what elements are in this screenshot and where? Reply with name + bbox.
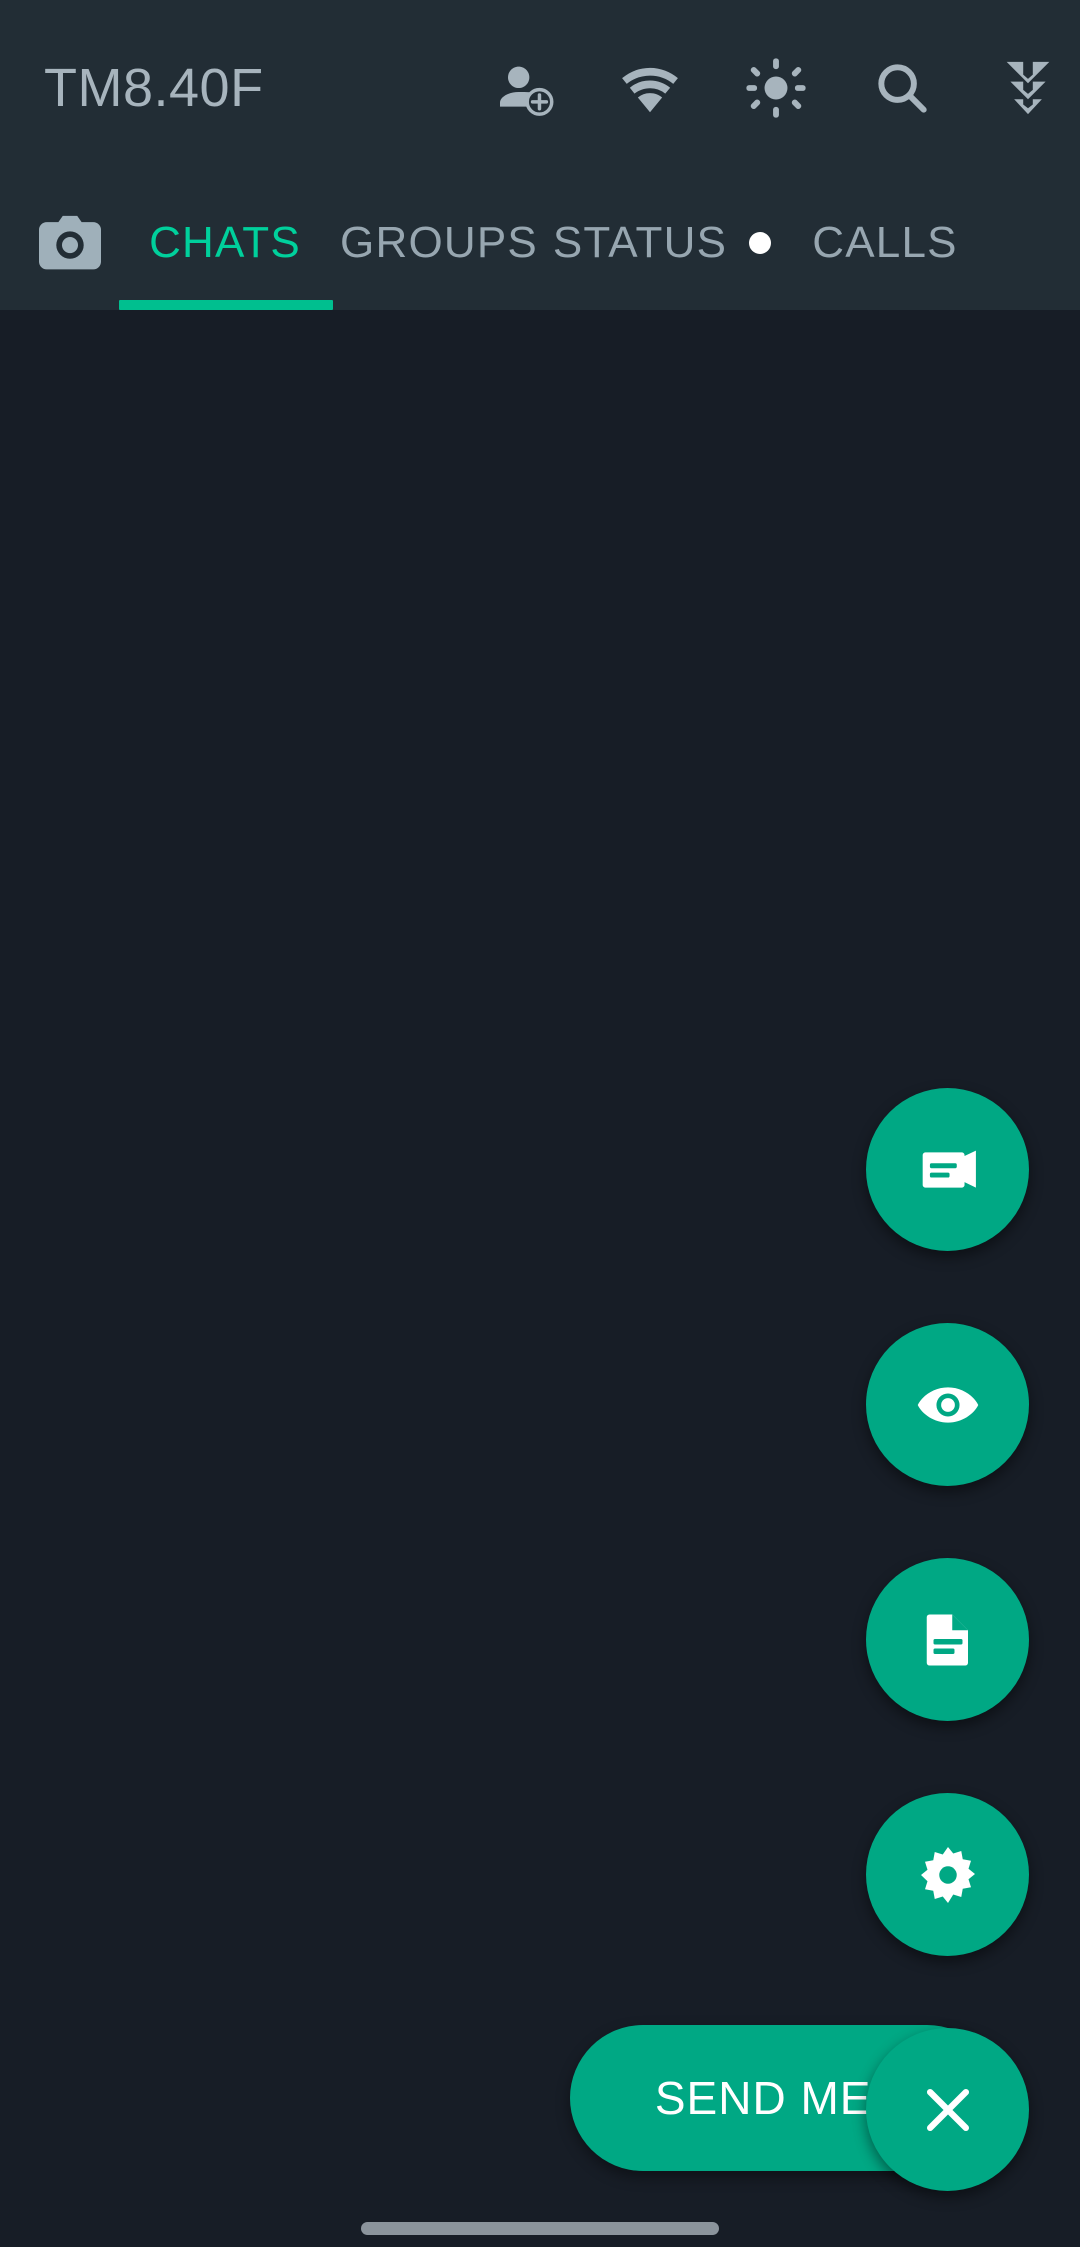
search-icon[interactable] [866,52,938,124]
gesture-nav-pill[interactable] [361,2222,719,2235]
tab-status-label: STATUS [552,218,728,267]
message-icon [922,1150,976,1188]
gear-icon [920,1846,975,1903]
camera-icon[interactable] [0,176,118,310]
header-icon-group [488,52,1064,124]
app-root: TM8.40F CHATS GROUPS STATUS CALLS SEND M… [0,0,1080,2247]
status-header-bar: TM8.40F [0,0,1080,176]
add-contact-icon[interactable] [488,52,560,124]
tab-groups-label: GROUPS [340,218,538,267]
fab-eye-button[interactable] [866,1323,1029,1486]
close-button[interactable] [866,2028,1029,2191]
fab-document-button[interactable] [866,1558,1029,1721]
status-badge-dot [749,232,772,254]
tab-calls[interactable]: CALLS [778,176,992,310]
tab-calls-label: CALLS [812,218,958,267]
app-title: TM8.40F [44,58,264,118]
document-icon [926,1614,968,1665]
tab-chats-label: CHATS [149,218,301,267]
double-chevron-down-icon[interactable] [992,52,1064,124]
fab-message-button[interactable] [866,1088,1029,1251]
close-icon [926,2088,969,2131]
tab-chats[interactable]: CHATS [118,176,332,310]
tab-groups[interactable]: GROUPS [332,176,546,310]
brightness-icon[interactable] [740,52,812,124]
active-tab-indicator [119,300,333,310]
tab-bar: CHATS GROUPS STATUS CALLS [0,176,1080,310]
eye-icon [917,1386,978,1423]
wifi-icon[interactable] [614,52,686,124]
tab-status[interactable]: STATUS [546,176,778,310]
fab-settings-button[interactable] [866,1793,1029,1956]
